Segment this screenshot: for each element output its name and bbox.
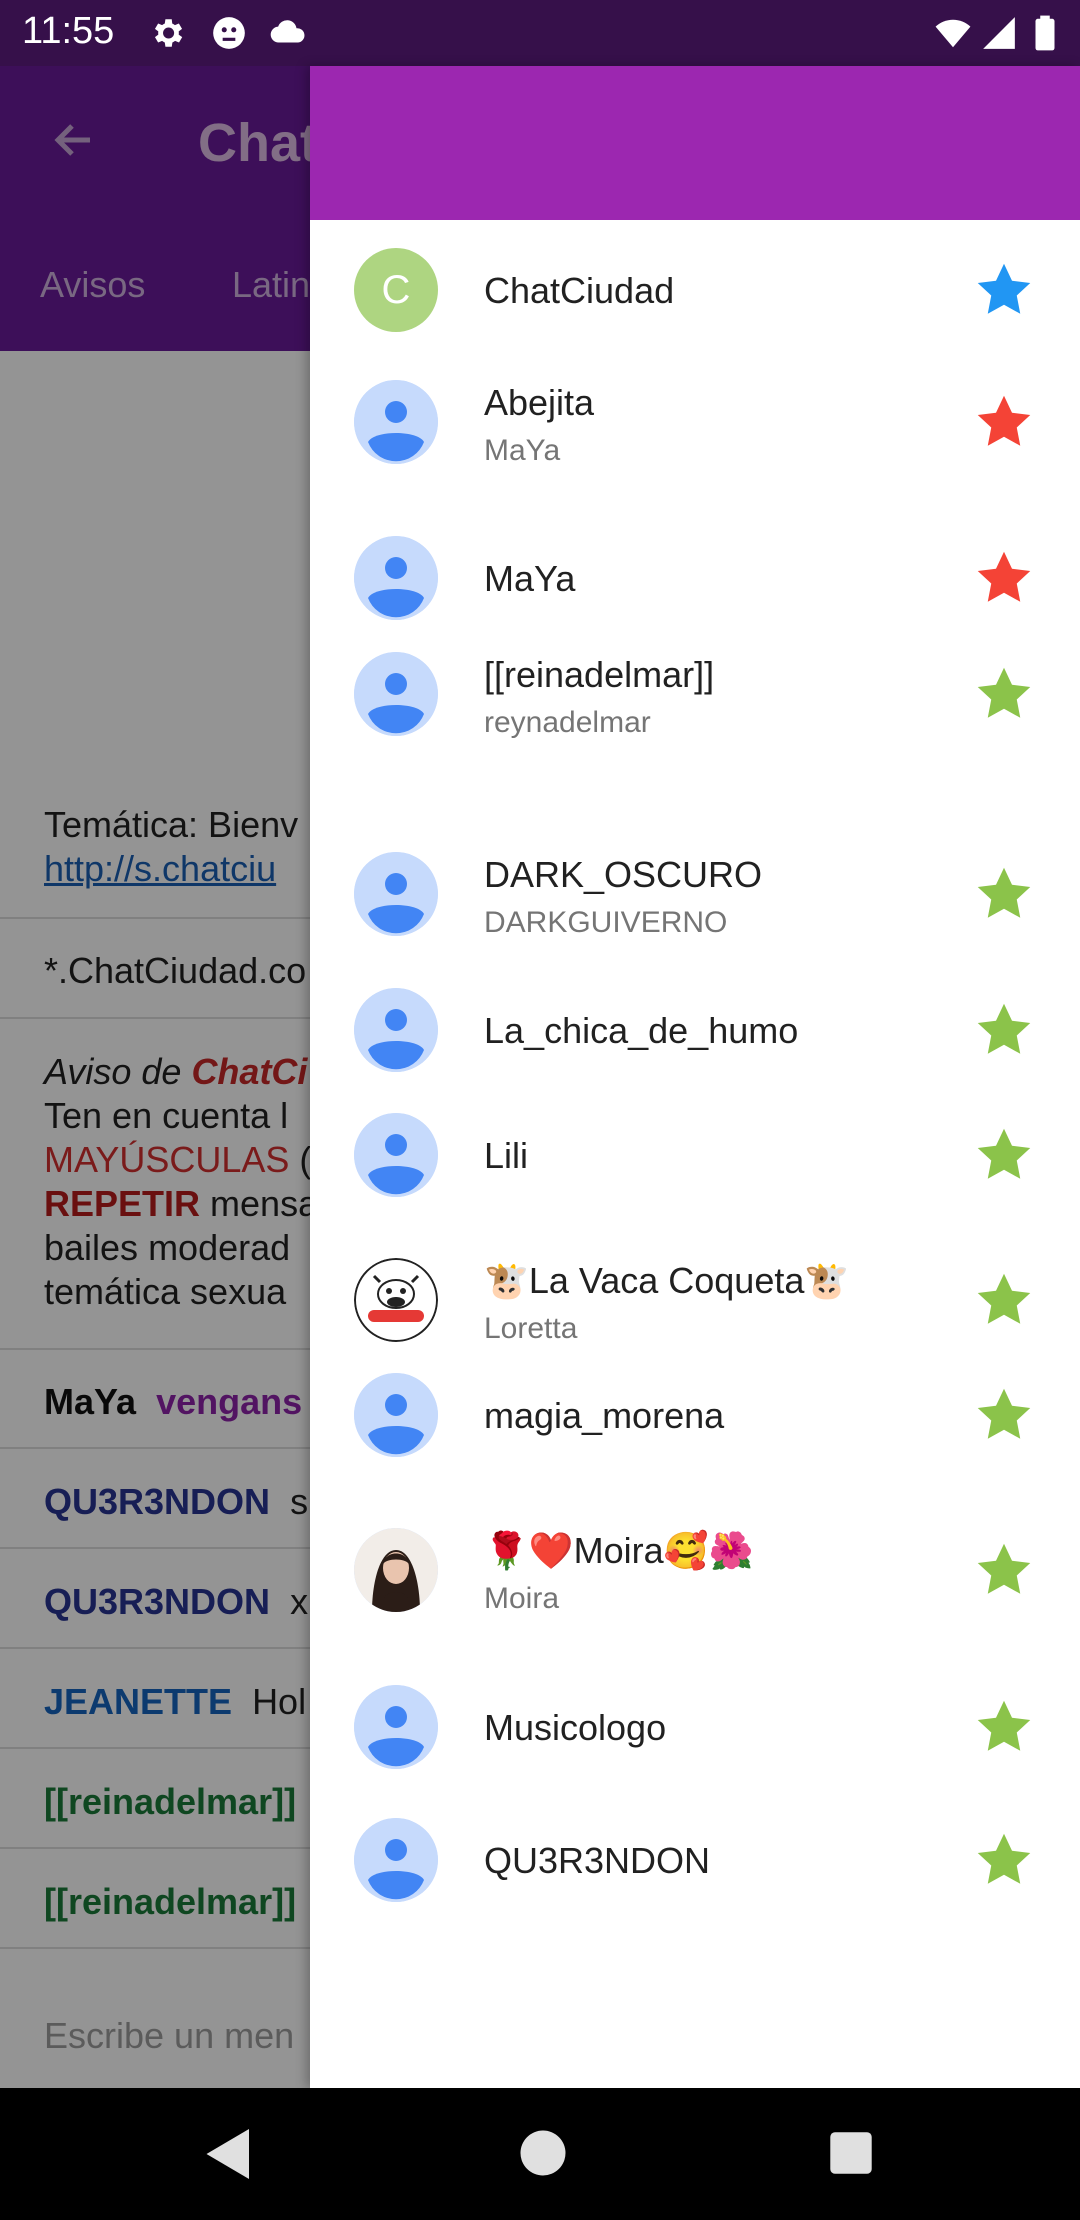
user-list-item[interactable]: Musicologo <box>310 1657 1080 1797</box>
person-icon <box>354 652 438 736</box>
user-list-item[interactable]: DARKGUIVERNO DARK_OSCURO <box>310 824 1080 964</box>
star-icon[interactable] <box>974 1540 1034 1600</box>
star-icon[interactable] <box>974 1270 1034 1330</box>
user-name: 🐮La Vaca Coqueta🐮 <box>484 1260 850 1301</box>
person-icon <box>354 1818 438 1902</box>
user-subtitle: Loretta <box>484 1312 578 1345</box>
person-icon <box>354 380 438 464</box>
user-list-item[interactable]: QU3R3NDON <box>310 1790 1080 1930</box>
user-name: Abejita <box>484 382 595 423</box>
person-icon <box>354 852 438 936</box>
user-drawer: C ChatCiudad MaYa Abejita MaYa reynadelmar [[r… <box>310 66 1080 2088</box>
star-icon[interactable] <box>974 392 1034 452</box>
person-icon <box>354 1685 438 1769</box>
user-subtitle: MaYa <box>484 434 561 467</box>
wifi-icon <box>935 19 971 48</box>
user-list-item[interactable]: Moira 🌹❤️Moira🥰🌺 <box>310 1500 1080 1640</box>
star-icon[interactable] <box>974 1000 1034 1060</box>
user-subtitle: DARKGUIVERNO <box>484 906 728 939</box>
user-name: DARK_OSCURO <box>484 854 763 895</box>
star-icon[interactable] <box>974 664 1034 724</box>
photo-avatar <box>354 1528 438 1612</box>
settings-icon <box>154 19 183 47</box>
letter-c-icon: C <box>354 248 438 332</box>
user-list-item[interactable]: Lili <box>310 1085 1080 1225</box>
person-icon <box>354 536 438 620</box>
person-icon <box>354 1113 438 1197</box>
user-subtitle: Moira <box>484 1582 560 1615</box>
home-nav-icon[interactable] <box>518 2128 568 2178</box>
user-name: Musicologo <box>484 1707 667 1748</box>
navigation-bar <box>0 2088 1080 2220</box>
face-icon <box>213 17 245 49</box>
star-icon[interactable] <box>974 1385 1034 1445</box>
user-list-item[interactable]: La_chica_de_humo <box>310 960 1080 1100</box>
user-list-item[interactable]: MaYa Abejita <box>310 352 1080 492</box>
star-icon[interactable] <box>974 1125 1034 1185</box>
user-name: Lili <box>484 1135 529 1176</box>
user-name: QU3R3NDON <box>484 1840 711 1881</box>
user-list-item[interactable]: reynadelmar [[reinadelmar]] <box>310 624 1080 764</box>
cloud-icon <box>270 20 305 43</box>
back-nav-icon[interactable] <box>204 2126 254 2182</box>
status-time: 11:55 <box>22 10 115 52</box>
user-list: C ChatCiudad MaYa Abejita MaYa reynadelmar [[r… <box>310 220 1080 2088</box>
star-icon[interactable] <box>974 548 1034 608</box>
user-list-item[interactable]: C ChatCiudad <box>310 220 1080 360</box>
user-name: 🌹❤️Moira🥰🌺 <box>484 1530 754 1571</box>
user-list-item[interactable]: magia_morena <box>310 1345 1080 1485</box>
person-icon <box>354 988 438 1072</box>
user-subtitle: reynadelmar <box>484 706 651 739</box>
user-name: MaYa <box>484 558 576 599</box>
signal-icon <box>983 17 1015 49</box>
battery-icon <box>1035 15 1055 51</box>
star-icon[interactable] <box>974 1830 1034 1890</box>
star-icon[interactable] <box>974 260 1034 320</box>
person-icon <box>354 1373 438 1457</box>
star-icon[interactable] <box>974 864 1034 924</box>
cow-logo-avatar <box>354 1258 438 1342</box>
user-name: La_chica_de_humo <box>484 1010 799 1051</box>
user-name: [[reinadelmar]] <box>484 654 715 695</box>
status-bar: 11:55 <box>0 0 1080 66</box>
user-name: magia_morena <box>484 1395 725 1436</box>
user-name: ChatCiudad <box>484 270 675 311</box>
drawer-header <box>310 66 1080 220</box>
star-icon[interactable] <box>974 1697 1034 1757</box>
recents-nav-icon[interactable] <box>828 2130 874 2176</box>
